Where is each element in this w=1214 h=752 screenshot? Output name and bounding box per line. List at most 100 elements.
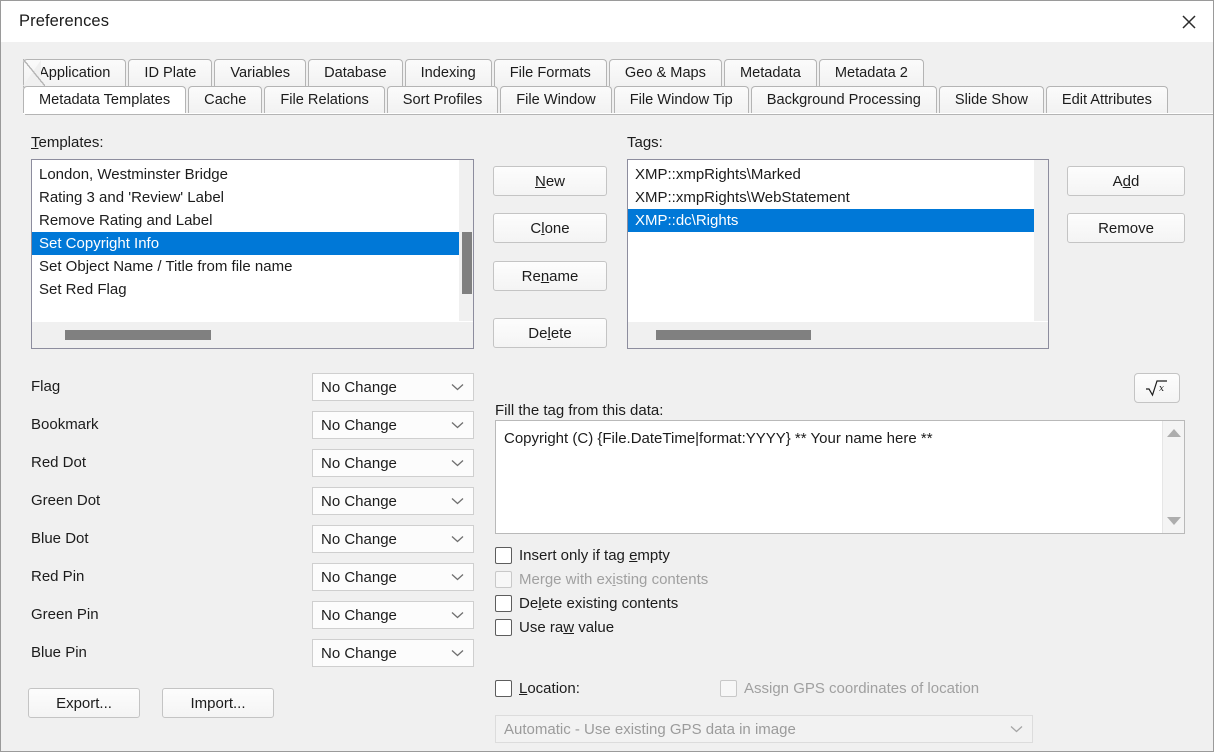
list-item[interactable]: Remove Rating and Label [32,209,459,232]
tab-label: Cache [204,92,247,108]
tags-list-items[interactable]: XMP::xmpRights\Marked XMP::xmpRights\WebS… [628,160,1034,321]
button-label: New [534,172,566,190]
checkbox-insert-only-if-tag-empty[interactable]: Insert only if tag empty [495,547,670,564]
attribute-combo-red-dot[interactable]: No Change [312,449,474,477]
list-item[interactable]: Set Copyright Info [32,232,459,255]
formula-button[interactable]: x [1134,373,1180,403]
list-item[interactable]: XMP::xmpRights\WebStatement [628,186,1034,209]
tab-file-window-tip[interactable]: File Window Tip [613,86,749,113]
new-button[interactable]: New [493,166,607,196]
tab-database[interactable]: Database [308,59,403,86]
attribute-combo-red-pin[interactable]: No Change [312,563,474,591]
attribute-combo-flag[interactable]: No Change [312,373,474,401]
tags-hscroll-thumb[interactable] [656,330,811,340]
templates-list-items[interactable]: London, Westminster Bridge Rating 3 and '… [32,160,459,321]
templates-vertical-scrollbar[interactable] [459,160,473,321]
combo-value: No Change [321,644,397,662]
gps-mode-combo[interactable]: Automatic - Use existing GPS data in ima… [495,715,1033,743]
checkbox-box[interactable] [495,619,512,636]
templates-horizontal-scrollbar[interactable] [32,321,473,348]
button-label: Clone [530,219,570,237]
checkbox-box[interactable] [495,547,512,564]
button-label: Remove [1098,219,1154,237]
templates-listbox[interactable]: London, Westminster Bridge Rating 3 and '… [31,159,474,349]
tab-metadata-2[interactable]: Metadata 2 [818,59,924,86]
templates-vscroll-thumb[interactable] [462,232,472,294]
chevron-down-icon [451,536,464,543]
tab-id-plate[interactable]: ID Plate [128,59,213,86]
tab-file-formats[interactable]: File Formats [493,59,607,86]
checkbox-box[interactable] [495,595,512,612]
attribute-combo-bookmark[interactable]: No Change [312,411,474,439]
combo-value: No Change [321,378,397,396]
tab-row-1-edge [23,59,45,86]
list-item[interactable]: Set Red Flag [32,278,459,301]
tab-background-processing[interactable]: Background Processing [750,86,937,113]
assign-gps-checkbox[interactable]: Assign GPS coordinates of location [720,680,979,697]
tags-label: Tags: [627,134,663,151]
clone-button[interactable]: Clone [493,213,607,243]
tab-variables[interactable]: Variables [214,59,307,86]
tab-metadata[interactable]: Metadata [723,59,817,86]
tab-row-1: Application ID Plate Variables Database Inde… [23,59,926,86]
tag-data-editor[interactable]: Copyright (C) {File.DateTime|format:YYYY… [495,420,1185,534]
tab-metadata-templates[interactable]: Metadata Templates [23,86,187,114]
delete-button[interactable]: Delete [493,318,607,348]
chevron-down-icon [451,422,464,429]
add-tag-button[interactable]: Add [1067,166,1185,196]
tag-data-editor-text[interactable]: Copyright (C) {File.DateTime|format:YYYY… [504,429,1154,449]
remove-tag-button[interactable]: Remove [1067,213,1185,243]
tab-edit-attributes[interactable]: Edit Attributes [1045,86,1168,113]
tab-label: File Formats [509,65,591,81]
tags-horizontal-scrollbar[interactable] [628,321,1048,348]
combo-value: No Change [321,606,397,624]
close-icon[interactable] [1163,1,1213,42]
import-button[interactable]: Import... [162,688,274,718]
tab-row-2: Metadata Templates Cache File Relations Sor… [23,86,1170,114]
tags-vertical-scrollbar[interactable] [1034,160,1048,321]
attribute-combo-blue-pin[interactable]: No Change [312,639,474,667]
attribute-label-blue-pin: Blue Pin [31,644,87,661]
list-item[interactable]: London, Westminster Bridge [32,163,459,186]
list-item[interactable]: Rating 3 and 'Review' Label [32,186,459,209]
tab-slide-show[interactable]: Slide Show [938,86,1044,113]
checkbox-box [495,571,512,588]
location-checkbox-box[interactable] [495,680,512,697]
button-label: Import... [190,694,246,712]
tab-cache[interactable]: Cache [188,86,263,113]
tab-file-window[interactable]: File Window [500,86,612,113]
rename-button[interactable]: Rename [493,261,607,291]
scroll-up-icon[interactable] [1166,429,1181,437]
checkbox-use-raw-value[interactable]: Use raw value [495,619,614,636]
tab-indexing[interactable]: Indexing [404,59,492,86]
tags-listbox[interactable]: XMP::xmpRights\Marked XMP::xmpRights\WebS… [627,159,1049,349]
tab-label: Edit Attributes [1061,92,1152,108]
checkbox-label: Delete existing contents [519,595,679,612]
button-label: Delete [528,324,572,342]
tag-data-editor-scrollbar[interactable] [1162,421,1184,533]
attribute-combo-green-pin[interactable]: No Change [312,601,474,629]
location-checkbox[interactable]: Location: [495,680,580,697]
scroll-down-icon[interactable] [1166,517,1181,525]
export-button[interactable]: Export... [28,688,140,718]
checkbox-delete-existing-contents[interactable]: Delete existing contents [495,595,678,612]
attribute-combo-blue-dot[interactable]: No Change [312,525,474,553]
templates-hscroll-thumb[interactable] [65,330,211,340]
list-item[interactable]: XMP::dc\Rights [628,209,1034,232]
attribute-combo-green-dot[interactable]: No Change [312,487,474,515]
tab-geo-maps[interactable]: Geo & Maps [608,59,722,86]
tab-label: Metadata 2 [834,65,908,81]
tab-sort-profiles[interactable]: Sort Profiles [386,86,499,113]
location-checkbox-label: Location: [519,680,580,697]
chevron-down-icon [1010,726,1023,733]
assign-gps-checkbox-box[interactable] [720,680,737,697]
fill-tag-label: Fill the tag from this data: [495,402,664,419]
chevron-down-icon [451,460,464,467]
list-item[interactable]: Set Object Name / Title from file name [32,255,459,278]
attribute-label-flag: Flag [31,378,61,395]
checkbox-merge-with-existing-contents: Merge with existing contents [495,571,708,588]
attribute-label-green-pin: Green Pin [31,606,99,623]
title-bar: Preferences [1,1,1213,42]
list-item[interactable]: XMP::xmpRights\Marked [628,163,1034,186]
tab-file-relations[interactable]: File Relations [264,86,385,113]
